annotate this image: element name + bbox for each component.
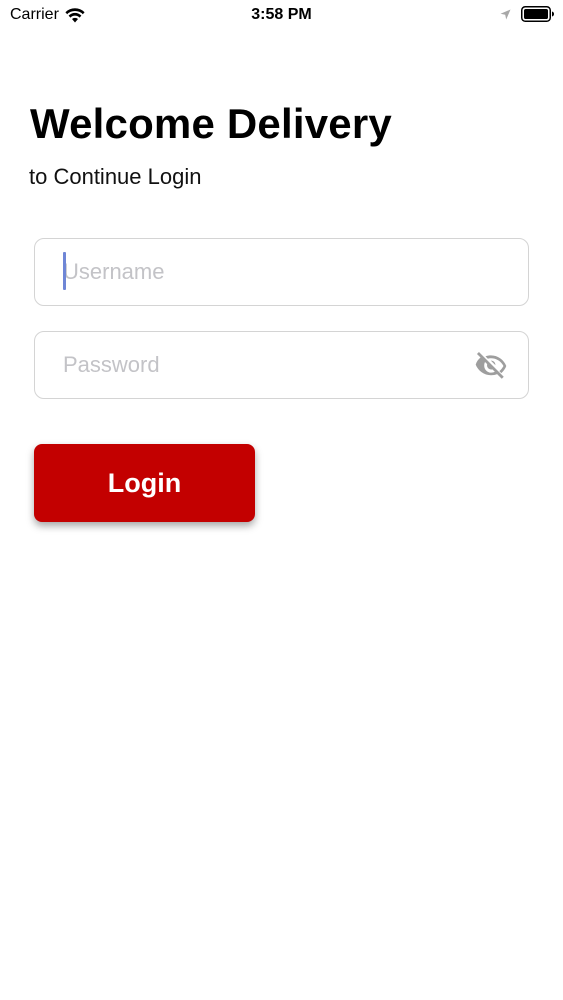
status-time: 3:58 PM bbox=[251, 6, 312, 23]
battery-icon bbox=[521, 6, 555, 22]
text-cursor bbox=[63, 252, 66, 290]
login-screen: Carrier 3:58 PM Welcome Delivery to Cont… bbox=[0, 0, 563, 1000]
password-input[interactable] bbox=[63, 332, 483, 398]
password-field-container bbox=[34, 331, 529, 399]
page-title: Welcome Delivery bbox=[30, 100, 392, 147]
status-right bbox=[500, 6, 555, 22]
login-button[interactable]: Login bbox=[34, 444, 255, 522]
location-icon bbox=[500, 9, 511, 20]
eye-off-icon[interactable] bbox=[474, 349, 508, 383]
status-bar: Carrier 3:58 PM bbox=[0, 0, 563, 30]
username-field-container bbox=[34, 238, 529, 306]
page-subtitle: to Continue Login bbox=[29, 164, 202, 189]
username-input[interactable] bbox=[63, 239, 483, 305]
